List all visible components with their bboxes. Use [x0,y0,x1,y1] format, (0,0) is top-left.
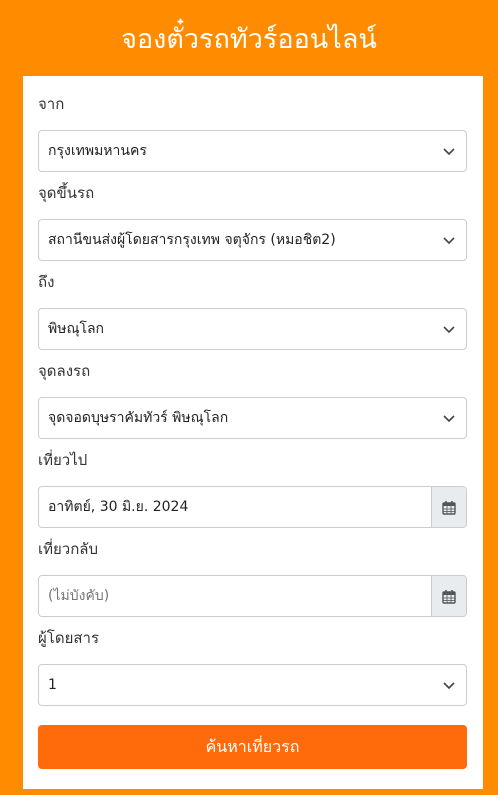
passengers-value: 1 [48,677,57,693]
to-select[interactable]: พิษณุโลก [38,308,467,350]
return-field: เที่ยวกลับ (ไม่บังคับ) [38,539,467,617]
from-field: จาก กรุงเทพมหานคร [38,94,467,172]
return-label: เที่ยวกลับ [38,540,99,558]
search-trips-button[interactable]: ค้นหาเที่ยวรถ [38,725,467,769]
depart-date-input[interactable]: อาทิตย์, 30 มิ.ย. 2024 [38,486,467,528]
to-field: ถึง พิษณุโลก [38,272,467,350]
passengers-field: ผู้โดยสาร 1 [38,628,467,706]
chevron-down-icon [443,682,455,690]
calendar-icon [442,589,456,604]
pickup-field: จุดขึ้นรถ สถานีขนส่งผู้โดยสารกรุงเทพ จตุ… [38,183,467,261]
return-calendar-button[interactable] [431,576,466,616]
chevron-down-icon [443,148,455,156]
to-value: พิษณุโลก [48,321,105,337]
to-label: ถึง [38,273,55,291]
passengers-select[interactable]: 1 [38,664,467,706]
chevron-down-icon [443,326,455,334]
return-placeholder: (ไม่บังคับ) [48,588,110,604]
dropoff-field: จุดลงรถ จุดจอดบุษราคัมทัวร์ พิษณุโลก [38,361,467,439]
calendar-icon [442,500,456,515]
depart-calendar-button[interactable] [431,487,466,527]
pickup-select[interactable]: สถานีขนส่งผู้โดยสารกรุงเทพ จตุจักร (หมอช… [38,219,467,261]
pickup-value: สถานีขนส่งผู้โดยสารกรุงเทพ จตุจักร (หมอช… [48,232,336,248]
chevron-down-icon [443,415,455,423]
return-date-input[interactable]: (ไม่บังคับ) [38,575,467,617]
depart-label: เที่ยวไป [38,451,88,469]
depart-field: เที่ยวไป อาทิตย์, 30 มิ.ย. 2024 [38,450,467,528]
from-value: กรุงเทพมหานคร [48,143,147,159]
from-select[interactable]: กรุงเทพมหานคร [38,130,467,172]
dropoff-value: จุดจอดบุษราคัมทัวร์ พิษณุโลก [48,410,229,426]
from-label: จาก [38,95,65,113]
depart-value: อาทิตย์, 30 มิ.ย. 2024 [48,499,189,515]
passengers-label: ผู้โดยสาร [38,629,100,647]
page-title: จองตั๋วรถทัวร์ออนไลน์ [121,23,377,55]
booking-form: จาก กรุงเทพมหานคร จุดขึ้นรถ สถานีขนส่งผู… [23,76,483,789]
pickup-label: จุดขึ้นรถ [38,184,95,202]
chevron-down-icon [443,237,455,245]
dropoff-label: จุดลงรถ [38,362,91,380]
dropoff-select[interactable]: จุดจอดบุษราคัมทัวร์ พิษณุโลก [38,397,467,439]
